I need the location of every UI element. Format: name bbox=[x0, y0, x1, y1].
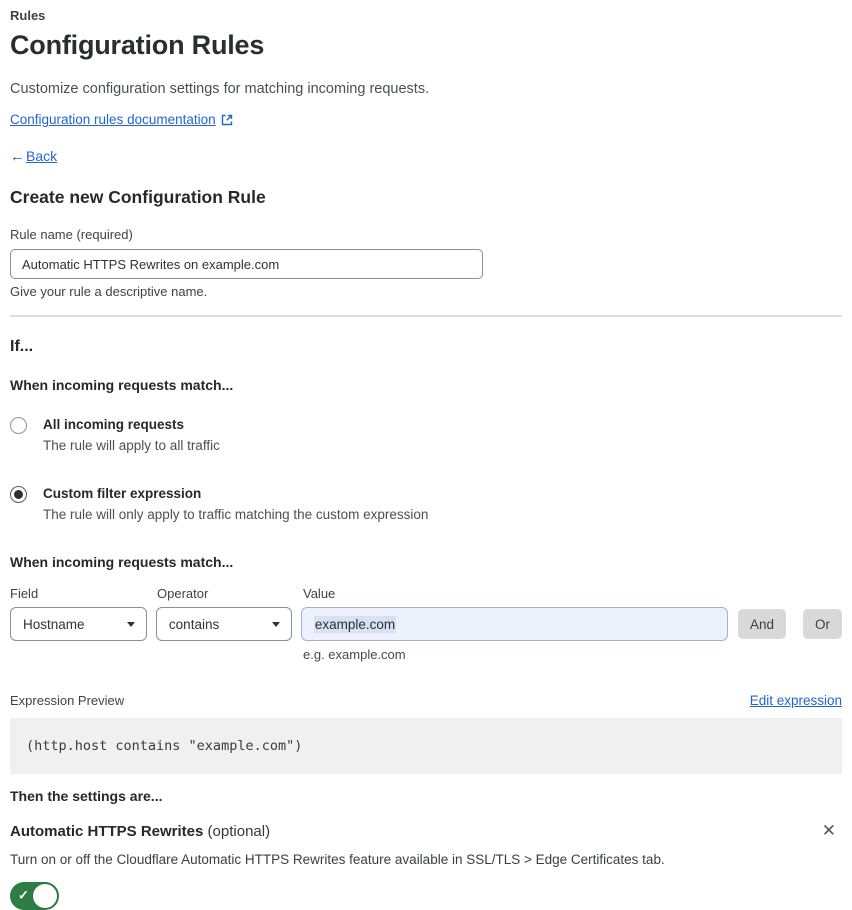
value-input-text: example.com bbox=[313, 615, 397, 633]
setting-title: Automatic HTTPS Rewrites (optional) bbox=[10, 822, 270, 842]
external-link-icon bbox=[221, 114, 233, 126]
if-heading: If... bbox=[10, 338, 34, 356]
value-input[interactable]: example.com bbox=[300, 607, 728, 642]
documentation-link[interactable]: Configuration rules documentation bbox=[10, 111, 216, 128]
back-arrow-icon[interactable]: ← bbox=[10, 148, 25, 165]
operator-select-value: contains bbox=[168, 616, 220, 632]
radio-option-label: All incoming requests bbox=[43, 417, 185, 433]
field-select[interactable]: Hostname bbox=[10, 607, 147, 642]
configuration-rules-page: Rules Configuration Rules Customize conf… bbox=[0, 0, 852, 910]
breadcrumb: Rules bbox=[10, 8, 46, 23]
radio-option-description: The rule will only apply to traffic matc… bbox=[43, 507, 429, 523]
expression-preview-code: (http.host contains "example.com") bbox=[10, 718, 842, 775]
back-link[interactable]: ← Back bbox=[10, 148, 842, 165]
radio-option-custom-expression[interactable]: Custom filter expression The rule will o… bbox=[10, 485, 842, 523]
radio-option-label: Custom filter expression bbox=[43, 486, 202, 502]
field-column-label: Field bbox=[10, 586, 39, 602]
expression-preview-label: Expression Preview bbox=[10, 693, 125, 709]
operator-column-label: Operator bbox=[157, 586, 209, 602]
radio-button-icon[interactable] bbox=[10, 486, 27, 504]
then-settings-heading: Then the settings are... bbox=[10, 788, 163, 805]
field-select-value: Hostname bbox=[23, 616, 85, 632]
setting-description: Turn on or off the Cloudflare Automatic … bbox=[10, 852, 665, 868]
close-icon[interactable]: ✕ bbox=[816, 822, 842, 840]
check-icon: ✓ bbox=[18, 887, 29, 903]
radio-option-description: The rule will apply to all traffic bbox=[43, 438, 220, 454]
radio-option-all-requests[interactable]: All incoming requests The rule will appl… bbox=[10, 416, 842, 454]
create-rule-heading: Create new Configuration Rule bbox=[10, 187, 266, 208]
chevron-down-icon bbox=[271, 621, 280, 627]
back-link-label[interactable]: Back bbox=[26, 148, 57, 165]
radio-button-icon[interactable] bbox=[10, 417, 27, 435]
setting-optional-suffix: (optional) bbox=[203, 823, 271, 841]
operator-select[interactable]: contains bbox=[155, 607, 292, 642]
chevron-down-icon bbox=[126, 621, 135, 627]
value-column-label: Value bbox=[303, 586, 336, 602]
section-divider bbox=[10, 315, 842, 318]
expression-builder-heading: When incoming requests match... bbox=[10, 554, 234, 571]
rule-name-label: Rule name (required) bbox=[10, 227, 133, 243]
rule-name-help: Give your rule a descriptive name. bbox=[10, 284, 208, 300]
match-type-label: When incoming requests match... bbox=[10, 377, 234, 394]
page-subtitle: Customize configuration settings for mat… bbox=[10, 81, 430, 98]
toggle-knob bbox=[33, 884, 57, 909]
value-help-text: e.g. example.com bbox=[303, 647, 406, 663]
or-button[interactable]: Or bbox=[803, 609, 842, 640]
setting-title-text: Automatic HTTPS Rewrites bbox=[10, 823, 204, 841]
and-button[interactable]: And bbox=[737, 609, 786, 640]
rule-name-input[interactable] bbox=[10, 249, 483, 280]
edit-expression-link[interactable]: Edit expression bbox=[750, 693, 842, 708]
expression-code-text: (http.host contains "example.com") bbox=[26, 738, 303, 755]
page-title: Configuration Rules bbox=[10, 30, 265, 60]
